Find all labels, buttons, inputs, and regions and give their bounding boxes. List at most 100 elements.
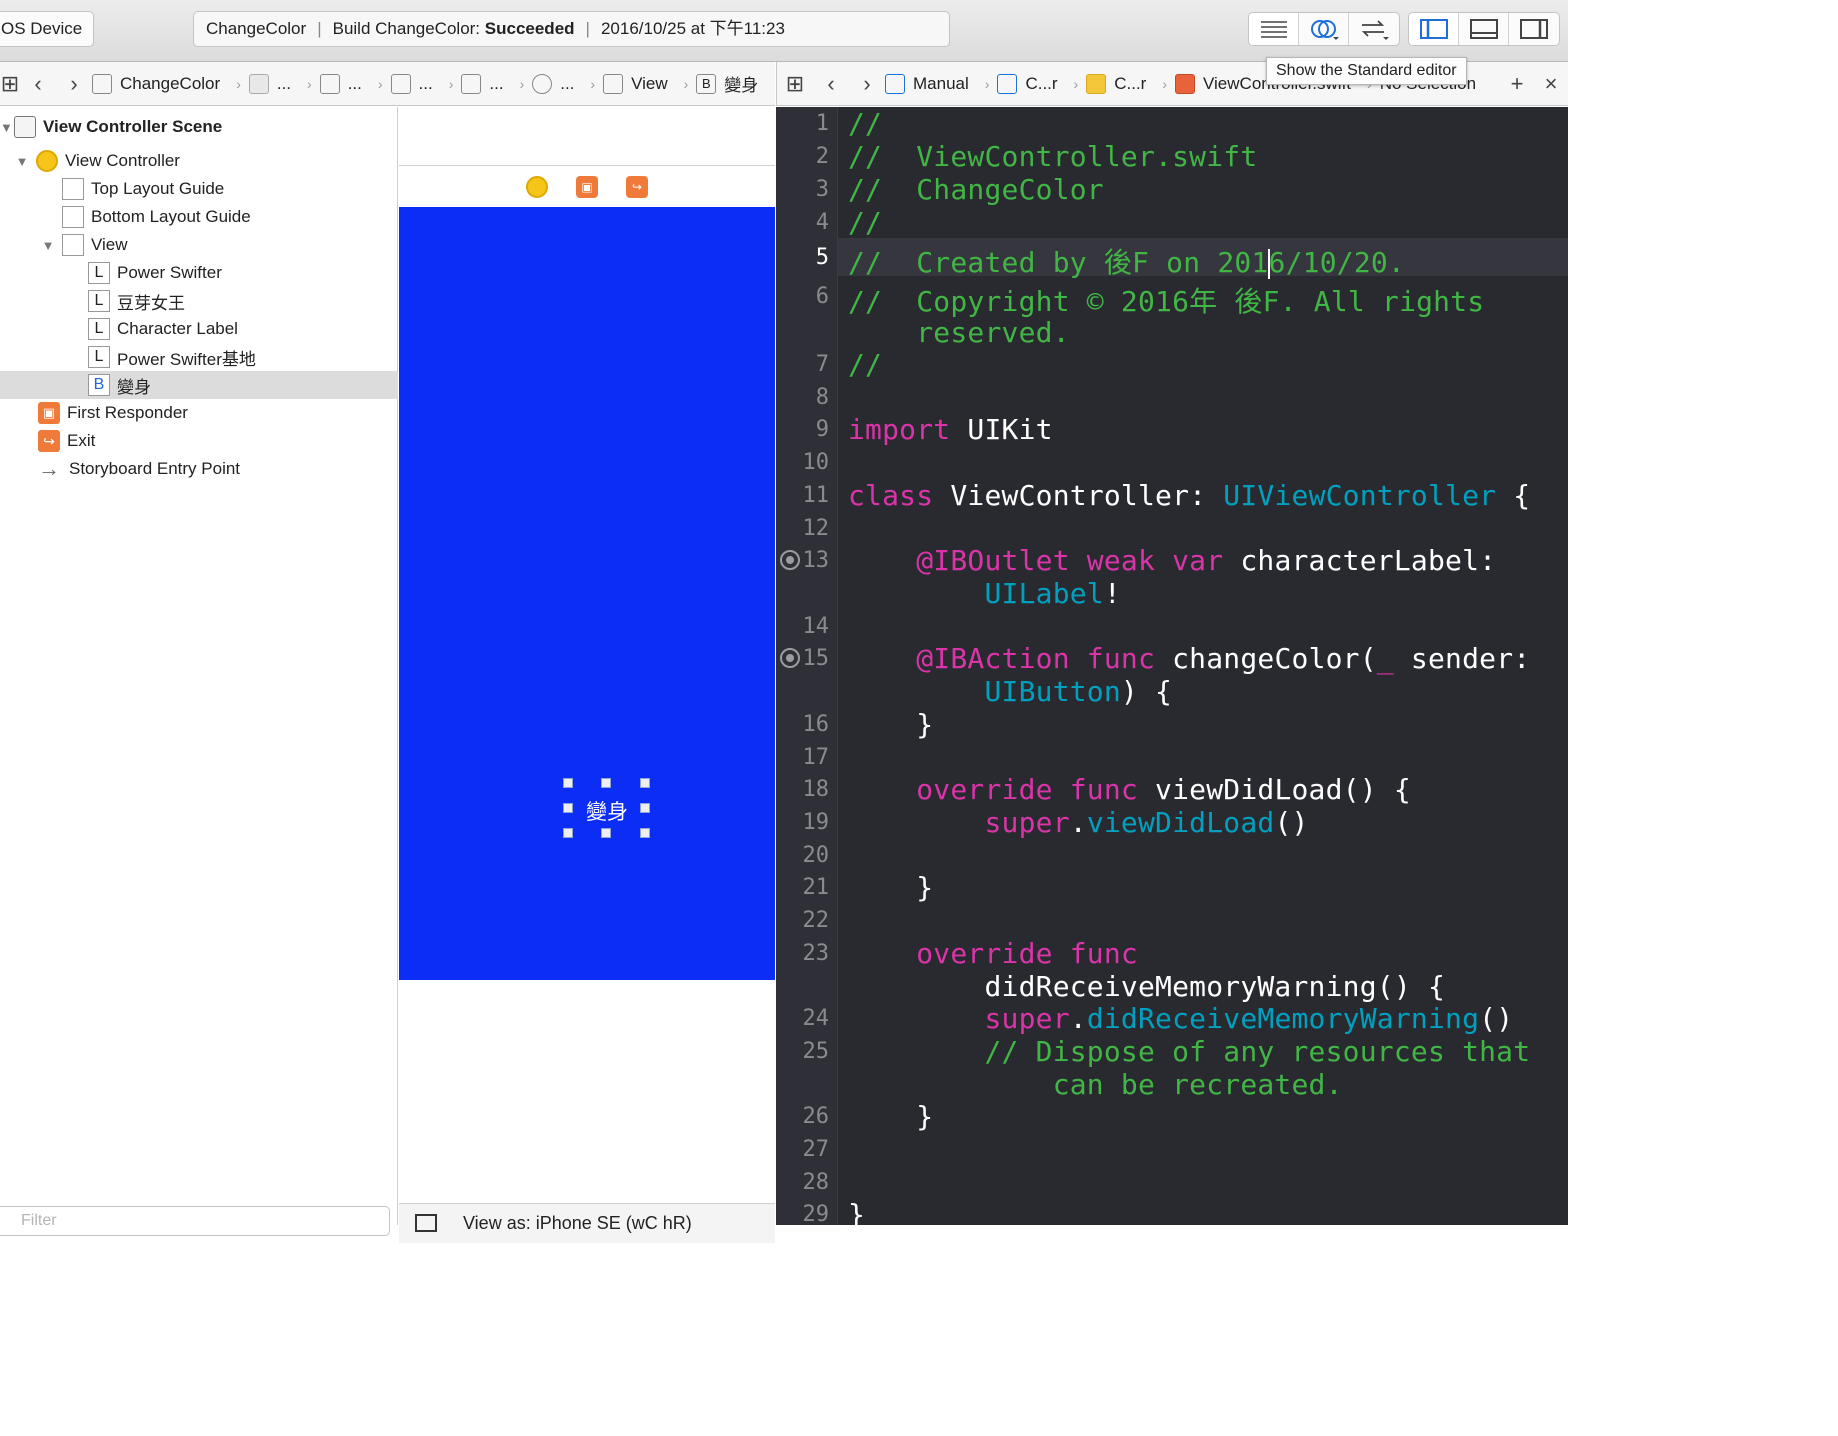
outline-label-2[interactable]: L 豆芽女王	[0, 287, 398, 315]
forward-button[interactable]: ›	[56, 71, 92, 97]
code-segment: !	[1103, 577, 1121, 610]
label-icon: L	[88, 318, 110, 340]
folder-icon	[248, 73, 269, 94]
resize-handle[interactable]	[563, 828, 573, 838]
outline-scene[interactable]: ▼ View Controller Scene	[0, 113, 398, 141]
debug-toggle-button[interactable]	[1459, 13, 1509, 45]
filter-field[interactable]: Filter	[0, 1206, 390, 1236]
chevron-icon: ›	[1073, 75, 1079, 92]
jump-manual-label: Manual	[913, 73, 969, 93]
first-responder-icon: ▣	[38, 402, 60, 424]
navigator-toggle-button[interactable]	[1409, 13, 1459, 45]
code-line: class ViewController: UIViewController {	[848, 479, 1530, 512]
scheme-selector[interactable]: OS Device	[0, 11, 94, 47]
outline-view[interactable]: ▼ View	[0, 231, 398, 259]
view-icon	[62, 234, 84, 256]
resize-handle[interactable]	[601, 778, 611, 788]
jump-project-label: ChangeColor	[120, 73, 221, 93]
outline-label-4[interactable]: L Power Swifter基地	[0, 343, 398, 371]
resize-handle[interactable]	[640, 778, 650, 788]
exit-icon[interactable]: ↪	[626, 175, 648, 198]
resize-handle[interactable]	[563, 778, 573, 788]
resize-handle[interactable]	[640, 828, 650, 838]
outline-bottom-guide[interactable]: Bottom Layout Guide	[0, 203, 398, 231]
outline-exit[interactable]: ↪ Exit	[0, 427, 398, 455]
line-number: 9	[815, 417, 829, 442]
outline-top-guide-label: Top Layout Guide	[91, 179, 225, 198]
outline-button-text: 變身	[117, 377, 151, 397]
activity-project: ChangeColor	[206, 19, 307, 38]
outline-first-responder[interactable]: ▣ First Responder	[0, 399, 398, 427]
disclosure-icon[interactable]: ▼	[40, 238, 56, 253]
jump-label: C...r	[1114, 73, 1147, 93]
chevron-icon: ›	[590, 75, 596, 92]
code-editor[interactable]: 1 2 3 4 5 6 7 8 9 10 11 12 13 14 15 16 1…	[776, 107, 1568, 1225]
line-number: 11	[802, 483, 830, 508]
jump-view[interactable]: View	[603, 73, 668, 94]
line-number: 26	[802, 1104, 830, 1129]
forward-button[interactable]: ›	[849, 71, 885, 97]
swift-file-icon	[1175, 73, 1195, 94]
back-button[interactable]: ‹	[813, 71, 849, 97]
scene-icon	[461, 73, 482, 94]
folder-icon	[1086, 73, 1107, 94]
view-controller-icon[interactable]	[526, 175, 548, 198]
view-controller-icon	[36, 150, 58, 172]
resize-handle[interactable]	[563, 803, 573, 813]
scheme-label: OS Device	[1, 19, 83, 38]
outline-label-1[interactable]: L Power Swifter	[0, 259, 398, 287]
activity-view: ChangeColor | Build ChangeColor: Succeeded…	[193, 11, 950, 47]
jump-project[interactable]: ChangeColor	[92, 73, 221, 94]
editor-mode-group	[1248, 12, 1400, 46]
standard-editor-button[interactable]	[1249, 13, 1299, 45]
disclosure-icon[interactable]: ▼	[0, 120, 13, 135]
outline-scene-label: View Controller Scene	[43, 117, 223, 136]
change-button[interactable]: 變身	[563, 778, 650, 838]
jump-label: ...	[560, 73, 575, 93]
utilities-toggle-button[interactable]	[1509, 13, 1559, 45]
code-line: }	[848, 871, 934, 904]
jump-manual[interactable]: Manual	[885, 73, 969, 94]
outline-button[interactable]: B 變身	[0, 371, 398, 399]
disclosure-icon[interactable]: ▼	[14, 154, 30, 169]
code-segment: viewDidLoad() {	[1137, 773, 1411, 806]
resize-handle[interactable]	[640, 803, 650, 813]
jump-button[interactable]: B 變身	[696, 71, 758, 96]
related-items-icon[interactable]: ⊞	[777, 71, 813, 97]
back-button[interactable]: ‹	[20, 71, 56, 97]
jump-folder[interactable]: ...	[248, 73, 292, 94]
change-button-label: 變身	[586, 801, 628, 824]
outline-top-guide[interactable]: Top Layout Guide	[0, 175, 398, 203]
line-number: 10	[802, 450, 830, 475]
jump-folder[interactable]: C...r	[1086, 73, 1147, 94]
jump-label: ...	[276, 73, 292, 93]
jump-vc[interactable]: ...	[532, 73, 575, 94]
jump-project[interactable]: C...r	[997, 73, 1058, 94]
jump-storyboard[interactable]: ...	[319, 73, 362, 94]
outline-label-3[interactable]: L Character Label	[0, 315, 398, 343]
rings-icon	[1310, 20, 1339, 40]
code-line: //	[848, 206, 883, 239]
close-icon[interactable]: ×	[1533, 70, 1568, 97]
version-editor-button[interactable]	[1349, 13, 1399, 45]
jump-view-label: View	[631, 73, 668, 93]
button-icon: B	[88, 374, 110, 396]
related-items-icon[interactable]: ⊞	[0, 71, 20, 97]
lines-icon	[1260, 21, 1287, 38]
outline-view-controller[interactable]: ▼ View Controller	[0, 147, 398, 175]
first-responder-icon[interactable]: ▣	[576, 175, 598, 198]
outline-entry-point[interactable]: → Storyboard Entry Point	[0, 455, 398, 483]
assistant-editor-button[interactable]	[1299, 13, 1349, 45]
main-view[interactable]: 變身	[399, 207, 775, 980]
plus-icon[interactable]: +	[1499, 70, 1535, 97]
jump-base[interactable]: ...	[390, 73, 433, 94]
view-as-bar[interactable]: View as: iPhone SE (wC hR)	[399, 1203, 775, 1243]
right-panel-icon	[1520, 19, 1548, 39]
resize-handle[interactable]	[601, 828, 611, 838]
label-icon: L	[88, 346, 110, 368]
code-segment: viewDidLoad	[1086, 806, 1275, 839]
jump-scene[interactable]: ...	[461, 73, 504, 94]
code-segment: override func	[848, 937, 1138, 970]
code-segment: @IBAction func	[848, 642, 1156, 675]
line-number: 13	[802, 548, 830, 573]
